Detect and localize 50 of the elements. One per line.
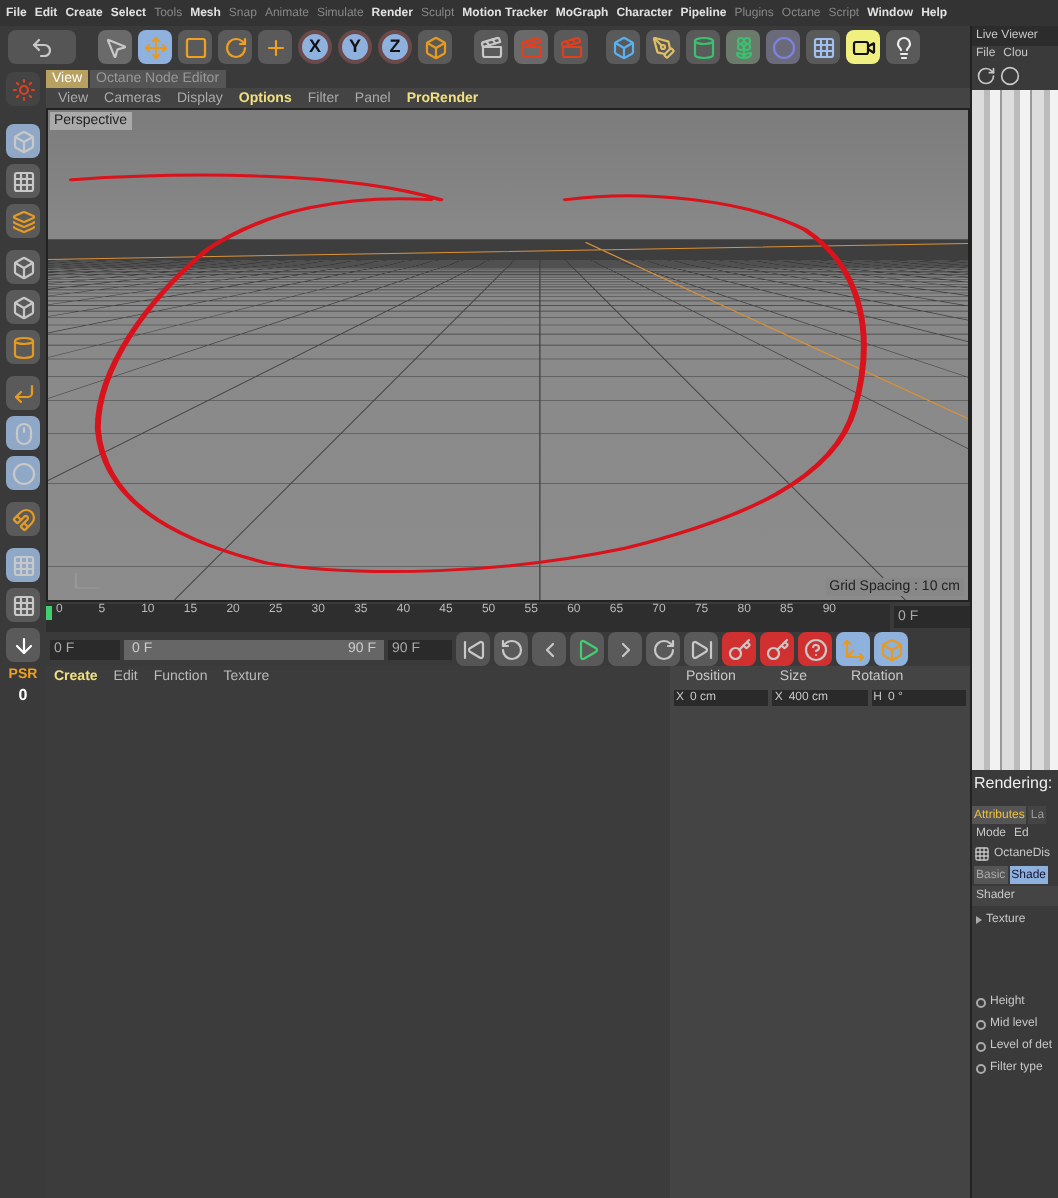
- refresh-icon[interactable]: [976, 66, 996, 86]
- key-icon[interactable]: [722, 632, 756, 666]
- step-back-icon[interactable]: [532, 632, 566, 666]
- help-icon[interactable]: [798, 632, 832, 666]
- magnet-icon[interactable]: [6, 502, 40, 536]
- render-status: Rendering:: [972, 772, 1055, 796]
- cylinder-icon[interactable]: [686, 30, 720, 64]
- expand-arrow-icon[interactable]: [976, 916, 982, 924]
- psr-value: 0: [18, 688, 28, 704]
- grid-icon[interactable]: [806, 30, 840, 64]
- play-icon[interactable]: [570, 632, 604, 666]
- cylinder-icon[interactable]: [6, 330, 40, 364]
- rotate-icon[interactable]: [218, 30, 252, 64]
- axis-lock-button[interactable]: Y: [338, 30, 372, 64]
- grid-icon[interactable]: [6, 588, 40, 622]
- clapperboard-icon[interactable]: [474, 30, 508, 64]
- grid-icon[interactable]: [6, 548, 40, 582]
- loop-icon[interactable]: [646, 632, 680, 666]
- corner-icon[interactable]: [6, 376, 40, 410]
- cube-icon[interactable]: [418, 30, 452, 64]
- loop-icon[interactable]: [494, 632, 528, 666]
- mouse-icon[interactable]: [6, 416, 40, 450]
- camera-icon[interactable]: [846, 30, 880, 64]
- flower-icon[interactable]: [726, 30, 760, 64]
- pen-icon[interactable]: [646, 30, 680, 64]
- checker-icon: [974, 846, 990, 862]
- circle-icon[interactable]: [6, 456, 40, 490]
- box-icon[interactable]: [874, 632, 908, 666]
- cube-icon[interactable]: [6, 290, 40, 324]
- undo-icon[interactable]: [8, 30, 76, 64]
- lightbulb-icon[interactable]: [886, 30, 920, 64]
- circle-icon[interactable]: [1000, 66, 1020, 86]
- cube-icon[interactable]: [6, 250, 40, 284]
- scale-icon[interactable]: [178, 30, 212, 64]
- checker-icon[interactable]: [6, 164, 40, 198]
- skip-forward-icon[interactable]: [684, 632, 718, 666]
- plus-icon[interactable]: [258, 30, 292, 64]
- cube-icon[interactable]: [606, 30, 640, 64]
- layers-icon[interactable]: [6, 204, 40, 238]
- range-slider-fill[interactable]: [124, 639, 384, 659]
- key-icon[interactable]: [760, 632, 794, 666]
- pointer-icon[interactable]: [98, 30, 132, 64]
- playhead-marker[interactable]: [46, 605, 52, 619]
- step-forward-icon[interactable]: [608, 632, 642, 666]
- cube-icon[interactable]: [6, 124, 40, 158]
- axis-lock-button[interactable]: X: [298, 30, 332, 64]
- circle-icon[interactable]: [766, 30, 800, 64]
- skip-back-icon[interactable]: [456, 632, 490, 666]
- arrow-down-icon[interactable]: [6, 628, 40, 662]
- axis-lock-button[interactable]: Z: [378, 30, 412, 64]
